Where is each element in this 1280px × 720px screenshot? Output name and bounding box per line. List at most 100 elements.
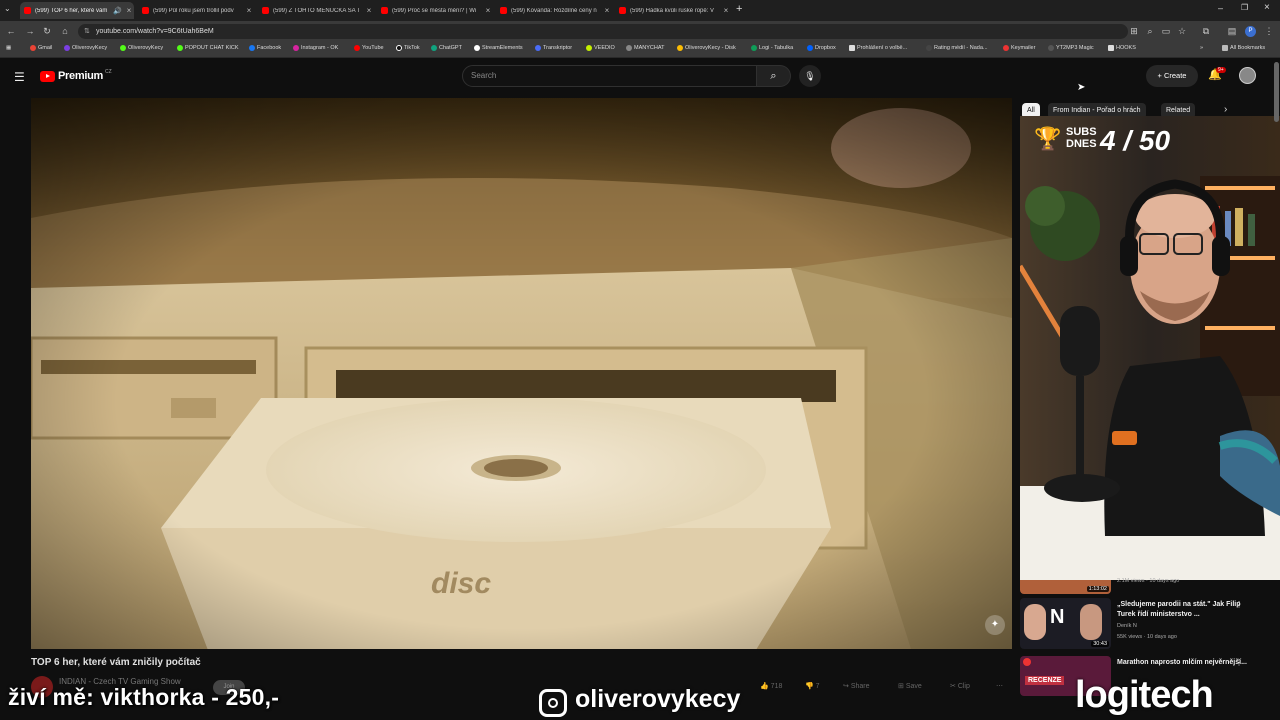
folder-icon [1222,45,1228,51]
close-tab-icon[interactable]: × [244,6,254,15]
instagram-handle: oliverovykecy [575,685,741,713]
bookmark[interactable]: Facebook [249,45,281,51]
translate-icon[interactable]: ⊞ [1128,26,1140,37]
save-button[interactable]: ⊞ Save [898,682,922,690]
close-tab-icon[interactable]: × [483,6,493,15]
youtube-icon [354,45,360,51]
youtube-favicon-icon [142,7,149,14]
sheets-icon [751,45,757,51]
more-options-icon[interactable]: ⋮ [1235,600,1243,609]
bookmark[interactable]: OliverovyKecy [64,45,107,51]
bookmark[interactable]: Gmail [30,45,52,51]
channel-watermark-icon[interactable]: ✦ [985,615,1005,635]
browser-tab[interactable]: (599) Půl roku jsem trollil podv × [138,2,254,19]
bookmark[interactable]: VEEDIO [586,45,615,51]
youtube-play-icon [40,70,55,82]
video-thumbnail[interactable]: N 30:43 [1020,598,1111,649]
share-button[interactable]: ↪ Share [843,682,870,690]
bookmark[interactable]: YT2MP3 Magic [1048,45,1094,51]
more-options-icon[interactable]: ⋮ [1235,658,1243,667]
search-button[interactable]: ⌕ [757,65,791,87]
bookmark[interactable]: Logi - Tabulka [751,45,793,51]
like-button[interactable]: 👍 718 [760,682,782,690]
bookmark[interactable]: ChatGPT [431,45,462,51]
home-icon[interactable]: ⌂ [59,26,71,36]
close-window-icon[interactable]: × [1264,2,1270,13]
browser-tab[interactable]: (599) Z TOHTO MENUČKA SA T × [258,2,374,19]
bookmark[interactable]: Keymailer [1003,45,1035,51]
video-player[interactable]: disc ✦ [31,98,1012,649]
page-scrollbar[interactable] [1274,62,1279,122]
tab-search-icon[interactable]: ⌄ [4,4,11,13]
site-info-icon[interactable]: ⇅ [84,24,90,39]
transkriptor-icon [535,45,541,51]
close-tab-icon[interactable]: × [602,6,612,15]
youtube-favicon-icon [500,7,507,14]
yt2mp3-icon [1048,45,1054,51]
browser-tab[interactable]: (599) Proč se města mění? | Wi × [377,2,493,19]
browser-tab[interactable]: (599) Kovanda: Rozdílné ceny n × [496,2,612,19]
microphone-icon: 🎙 [804,71,816,81]
close-tab-icon[interactable]: × [124,6,134,15]
related-video[interactable]: N 30:43 „Sledujeme parodii na stát." Jak… [1020,598,1280,653]
apps-icon[interactable]: ▦ [6,45,11,51]
zoom-icon[interactable]: ⌕ [1144,26,1156,37]
bookmark[interactable]: TikTok [396,45,420,51]
forward-icon[interactable]: → [24,26,36,36]
audio-icon[interactable]: 🔊 [113,7,122,15]
bookmark[interactable]: MANYCHAT [626,45,664,51]
more-bookmarks-icon[interactable]: » [1200,45,1203,51]
bookmark[interactable]: POPOUT CHAT KICK [177,45,238,51]
reload-icon[interactable]: ↻ [41,26,53,37]
keymailer-icon [1003,45,1009,51]
close-tab-icon[interactable]: × [364,6,374,15]
bookmark[interactable]: StreamElements [474,45,523,51]
profile-icon[interactable]: P [1245,26,1256,37]
cast-icon[interactable]: ▭ [1160,26,1172,37]
hamburger-menu-icon[interactable]: ☰ [14,70,25,84]
new-tab-icon[interactable]: + [736,3,742,15]
bookmark[interactable]: OliverovyKecy [120,45,163,51]
bookmark[interactable]: Dropbox [807,45,836,51]
document-icon [849,45,855,51]
minimize-icon[interactable]: – [1218,3,1223,13]
browser-tab[interactable]: (599) TOP 6 her, které vám 🔊 × [20,2,134,19]
kick-icon [120,45,126,51]
webcam-image [1020,116,1280,580]
clip-button[interactable]: ✂ Clip [950,682,970,690]
kick-icon [177,45,183,51]
sidepanel-icon[interactable]: ▤ [1226,26,1238,37]
bookmark[interactable]: Transkriptor [535,45,572,51]
restore-icon[interactable]: ❐ [1241,3,1248,12]
thumb-badge: RECENZE [1025,676,1065,685]
browser-tab-bar: ⌄ (599) TOP 6 her, které vám 🔊 × (599) P… [0,0,1280,21]
bookmark[interactable]: Rating médií - Nada... [926,45,988,51]
mouse-cursor-icon: ➤ [1077,82,1086,93]
browser-menu-icon[interactable]: ⋮ [1263,26,1275,37]
dislike-button[interactable]: 👎 7 [805,682,820,690]
thumb-badge: N [1050,606,1065,628]
extensions-icon[interactable]: ⧉ [1200,26,1212,37]
bookmark[interactable]: Instagram - OK [293,45,338,51]
avatar[interactable] [1239,67,1256,84]
create-button[interactable]: + Create [1146,65,1198,87]
save-icon: ⊞ [898,683,906,690]
chevron-right-icon[interactable]: › [1224,104,1227,115]
notification-badge: 9+ [1216,67,1226,73]
url-field[interactable]: ⇅ youtube.com/watch?v=9C6tUah6BeM [78,24,1128,39]
close-tab-icon[interactable]: × [721,6,731,15]
all-bookmarks[interactable]: All Bookmarks [1222,45,1265,51]
bookmark[interactable]: HOOKS [1108,45,1136,51]
bookmark-star-icon[interactable]: ☆ [1176,26,1188,37]
related-video[interactable]: 1:13:02 2.1M views · 10 days ago [1020,578,1280,594]
youtube-premium-logo[interactable]: Premium CZ [40,69,112,82]
bookmark[interactable]: OliverovyKecy - Disk [677,45,736,51]
voice-search-button[interactable]: 🎙 [799,65,821,87]
more-actions-icon[interactable]: ⋯ [996,682,1003,690]
bookmark[interactable]: Prohlášení o volbě... [849,45,907,51]
search-input[interactable]: Search [462,65,757,87]
back-icon[interactable]: ← [5,26,17,36]
video-thumbnail[interactable]: 1:13:02 [1020,580,1111,594]
bookmark[interactable]: YouTube [354,45,384,51]
browser-tab[interactable]: (599) Hádka kvůli ruské ropě: V × [615,2,731,19]
